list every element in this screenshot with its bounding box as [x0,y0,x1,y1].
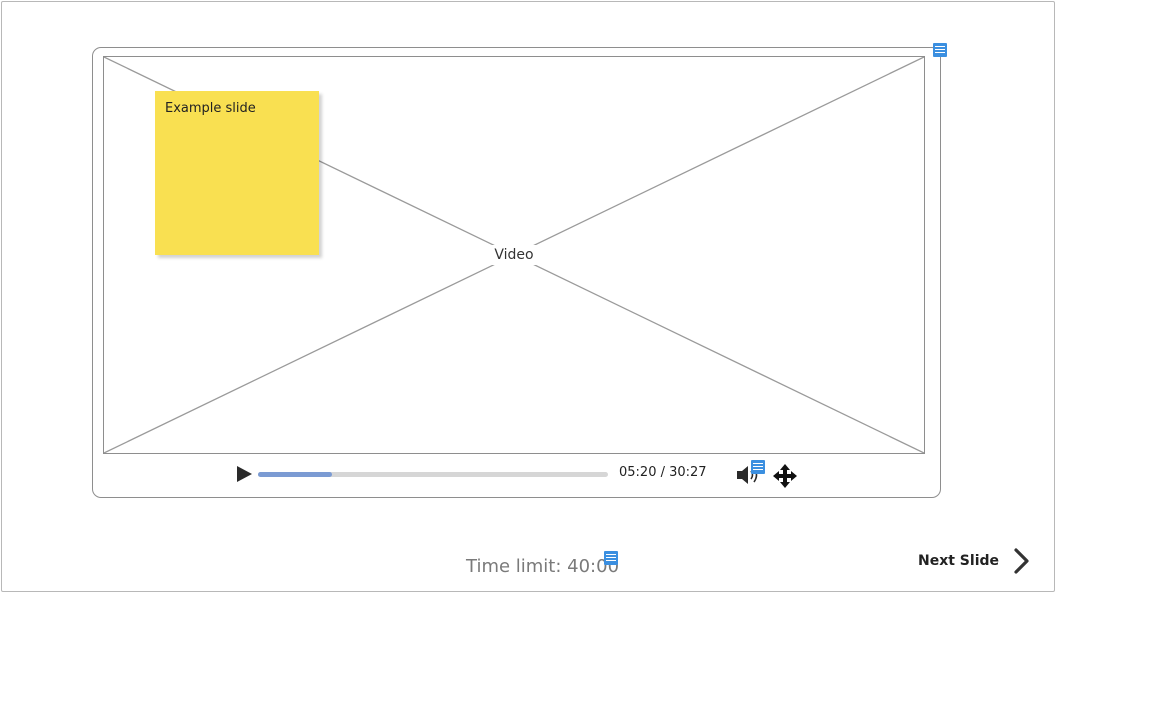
chevron-right-icon [1014,548,1029,574]
annotation-note-icon[interactable] [604,551,618,565]
sticky-note-text: Example slide [165,101,256,116]
annotation-note-icon[interactable] [751,460,765,474]
next-slide-button[interactable]: Next Slide [918,545,1031,577]
time-readout: 05:20 / 30:27 [619,465,707,480]
progress-fill [258,472,332,477]
annotation-note-icon[interactable] [933,43,947,57]
time-limit: Time limit: 40:00 [466,556,620,577]
next-slide-label: Next Slide [918,553,1000,569]
sticky-note[interactable]: Example slide [155,91,319,255]
progress-bar[interactable] [258,472,608,477]
fullscreen-move-icon[interactable] [773,464,797,488]
player-controls: 05:20 / 30:27 [92,456,941,492]
play-icon[interactable] [235,465,253,483]
